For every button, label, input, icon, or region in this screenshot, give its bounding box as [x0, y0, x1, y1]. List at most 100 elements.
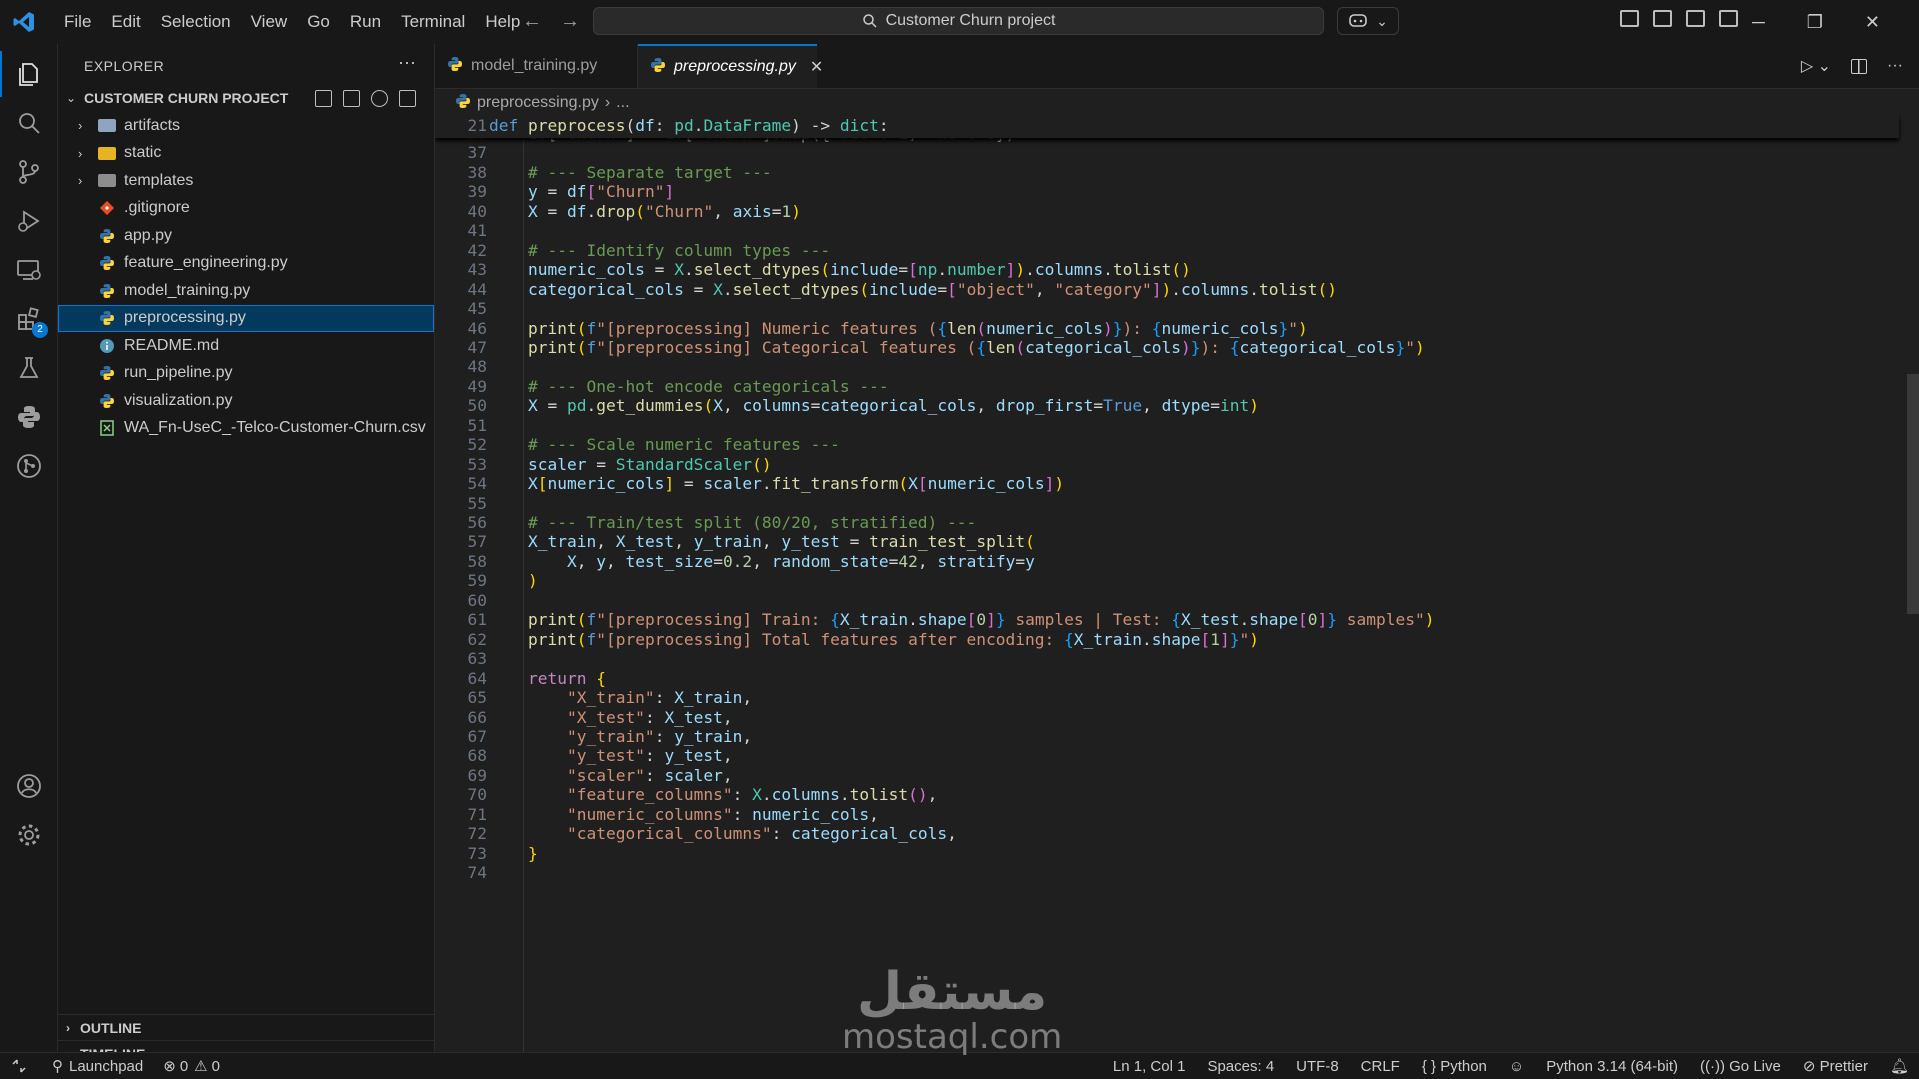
project-section-header[interactable]: ⌄ CUSTOMER CHURN PROJECT [58, 86, 434, 110]
copilot-status-icon[interactable]: ☺ [1509, 1058, 1524, 1075]
code-token: drop_first [995, 396, 1094, 416]
menu-run[interactable]: Run [340, 12, 391, 32]
code-token: X_train [489, 532, 597, 552]
tree-folder[interactable]: › static [58, 140, 434, 168]
code-token: = [937, 279, 948, 299]
tab-model-training[interactable]: model_training.py [435, 44, 638, 88]
tree-file[interactable]: .gitignore [58, 195, 434, 223]
line-number: 47 [467, 337, 488, 357]
python-icon[interactable] [14, 402, 44, 432]
customize-layout-icon[interactable] [1620, 10, 1639, 27]
accounts-icon[interactable] [14, 771, 44, 801]
line-number: 45 [467, 299, 488, 319]
breadcrumb-file[interactable]: preprocessing.py [477, 94, 599, 112]
minimize-icon[interactable]: ─ [1752, 12, 1765, 33]
settings-gear-icon[interactable] [14, 820, 44, 850]
restore-icon[interactable]: ❐ [1807, 12, 1823, 33]
prettier-button[interactable]: ⊘ Prettier [1803, 1057, 1868, 1075]
code-token: X_train [674, 688, 743, 708]
tree-file[interactable]: app.py [58, 222, 434, 250]
code-token: : [644, 707, 665, 727]
code-token: numeric_cols [752, 804, 870, 824]
code-token: } [995, 610, 1006, 630]
git-graph-icon[interactable] [14, 451, 44, 481]
code-token: ( [820, 260, 831, 280]
menu-go[interactable]: Go [297, 12, 340, 32]
tree-file[interactable]: WA_Fn-UseC_-Telco-Customer-Churn.csv [58, 415, 434, 443]
menu-view[interactable]: View [241, 12, 298, 32]
tree-file[interactable]: feature_engineering.py [58, 250, 434, 278]
source-control-icon[interactable] [14, 157, 44, 187]
line-number: 49 [467, 376, 488, 396]
search-icon[interactable] [14, 108, 44, 138]
explorer-icon[interactable] [0, 51, 44, 97]
forward-arrow-icon[interactable]: → [560, 10, 580, 33]
code-token: . [1249, 279, 1260, 299]
tab-label: model_training.py [471, 57, 598, 74]
code-editor[interactable]: 21 def preprocess(df: pd.DataFrame) -> di… [435, 114, 1919, 1052]
menu-edit[interactable]: Edit [101, 12, 150, 32]
code-line: print(f"[preprocessing] Total features a… [489, 630, 1259, 649]
language-mode[interactable]: { } Python [1422, 1058, 1487, 1075]
encoding[interactable]: UTF-8 [1296, 1058, 1339, 1075]
collapse-all-icon[interactable] [399, 89, 416, 107]
refresh-icon[interactable] [371, 89, 388, 107]
code-line: categorical_cols = X.select_dtypes(inclu… [489, 280, 1337, 299]
tree-file[interactable]: visualization.py [58, 387, 434, 415]
toggle-primary-sidebar-icon[interactable] [1653, 10, 1672, 27]
close-window-icon[interactable]: ✕ [1865, 12, 1880, 33]
end-of-line[interactable]: CRLF [1361, 1058, 1400, 1075]
new-file-icon[interactable] [315, 89, 332, 107]
copilot-button[interactable]: ⌄ [1337, 7, 1399, 35]
project-actions [315, 89, 416, 107]
more-actions-icon[interactable]: ··· [1887, 57, 1903, 75]
info-icon [98, 338, 116, 354]
code-token: 0 [976, 610, 987, 630]
tree-file[interactable]: preprocessing.py [58, 304, 434, 332]
python-interpreter[interactable]: Python 3.14 (64-bit) [1546, 1058, 1678, 1075]
code-token: columns [1181, 279, 1250, 299]
toggle-secondary-sidebar-icon[interactable] [1719, 10, 1738, 27]
tree-file[interactable]: model_training.py [58, 277, 434, 305]
broadcast-icon: ((·)) [1699, 1057, 1725, 1075]
back-arrow-icon[interactable]: ← [522, 10, 542, 33]
run-python-file-icon[interactable]: ▷ ⌄ [1801, 56, 1831, 76]
error-count[interactable]: 0 [180, 1058, 188, 1075]
editor-tabs: model_training.py preprocessing.py ✕ ▷ ⌄… [435, 44, 1919, 89]
split-editor-icon[interactable] [1851, 58, 1868, 74]
extensions-icon[interactable]: 2 [14, 304, 48, 338]
new-folder-icon[interactable] [343, 89, 360, 107]
scrollbar-thumb[interactable] [1907, 374, 1919, 614]
tree-folder[interactable]: › templates [58, 167, 434, 195]
launchpad-button[interactable]: Launchpad [69, 1058, 143, 1075]
menu-terminal[interactable]: Terminal [391, 12, 475, 32]
code-token: tolist [1259, 279, 1318, 299]
remote-explorer-icon[interactable] [14, 255, 44, 285]
cursor-position[interactable]: Ln 1, Col 1 [1113, 1058, 1186, 1075]
command-center-search[interactable]: Customer Churn project [593, 7, 1324, 35]
indentation[interactable]: Spaces: 4 [1207, 1058, 1274, 1075]
remote-indicator-icon[interactable] [0, 1053, 38, 1079]
more-actions-icon[interactable]: ··· [398, 52, 416, 73]
go-live-button[interactable]: ((·)) Go Live [1700, 1058, 1781, 1075]
vertical-scrollbar[interactable] [1905, 114, 1919, 1052]
testing-icon[interactable] [14, 353, 44, 383]
toggle-panel-icon[interactable] [1686, 10, 1705, 27]
outline-section[interactable]: › OUTLINE [58, 1014, 434, 1041]
code-token: = [683, 279, 714, 299]
notifications-bell-icon[interactable]: 🔔︎ [1890, 1057, 1909, 1075]
tree-file[interactable]: run_pipeline.py [58, 360, 434, 388]
tab-preprocessing[interactable]: preprocessing.py ✕ [638, 44, 823, 88]
sticky-scroll-header[interactable]: 21 def preprocess(df: pd.DataFrame) -> di… [435, 114, 1899, 138]
warning-count[interactable]: 0 [212, 1058, 220, 1075]
tree-folder[interactable]: › artifacts [58, 112, 434, 140]
close-tab-icon[interactable]: ✕ [810, 57, 823, 77]
menu-selection[interactable]: Selection [151, 12, 241, 32]
breadcrumb-symbol[interactable]: ... [616, 94, 629, 112]
tree-file[interactable]: README.md [58, 332, 434, 360]
menu-file[interactable]: File [54, 12, 101, 32]
code-token: shape [917, 610, 967, 630]
code-token: "feature_columns" [489, 785, 733, 805]
run-and-debug-icon[interactable] [14, 206, 44, 236]
code-token: = [537, 396, 567, 416]
